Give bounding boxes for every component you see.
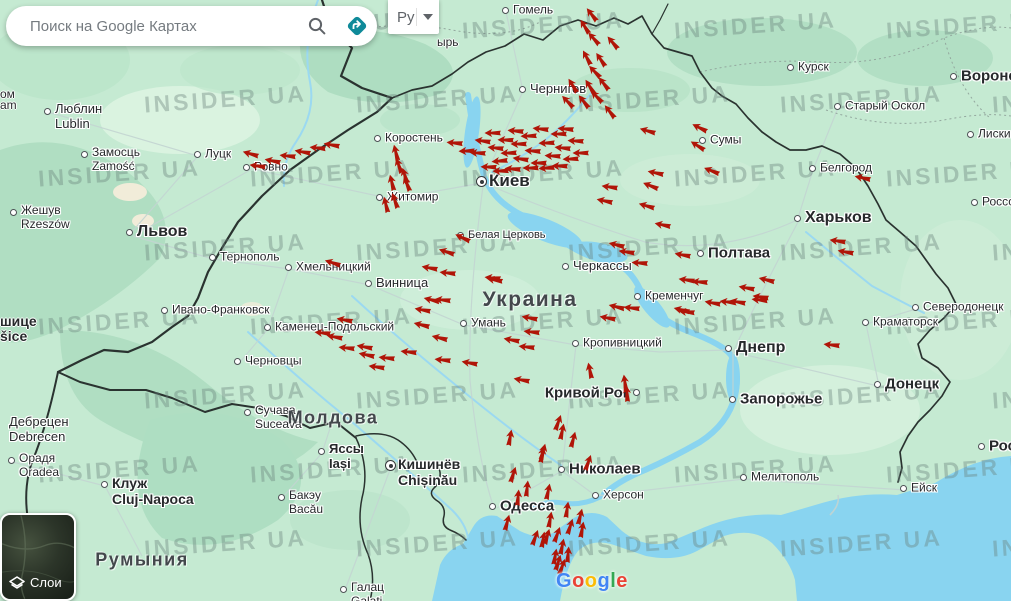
map-terrain xyxy=(0,0,1011,601)
google-logo-letter: g xyxy=(597,570,611,592)
google-logo[interactable]: Google xyxy=(556,570,628,593)
layers-label: Слои xyxy=(30,575,62,590)
lang-panel: Ру xyxy=(388,0,439,34)
google-logo-letter: e xyxy=(616,570,628,592)
divider xyxy=(416,8,417,26)
google-logo-letter: o xyxy=(572,570,585,592)
layers-icon xyxy=(9,575,25,589)
lang-button[interactable]: Ру xyxy=(397,9,416,26)
directions-icon[interactable] xyxy=(337,6,377,46)
google-logo-letter: G xyxy=(556,570,573,592)
search-input[interactable] xyxy=(28,16,297,36)
chevron-down-icon[interactable] xyxy=(423,14,433,20)
google-logo-letter: o xyxy=(584,570,598,592)
layers-button[interactable]: Слои xyxy=(0,513,76,601)
search-bar xyxy=(6,6,377,46)
search-icon[interactable] xyxy=(297,6,337,46)
map-canvas[interactable]: INSIDER UA INSIDER UA INSIDER UA INSIDER UA… xyxy=(0,0,1011,601)
